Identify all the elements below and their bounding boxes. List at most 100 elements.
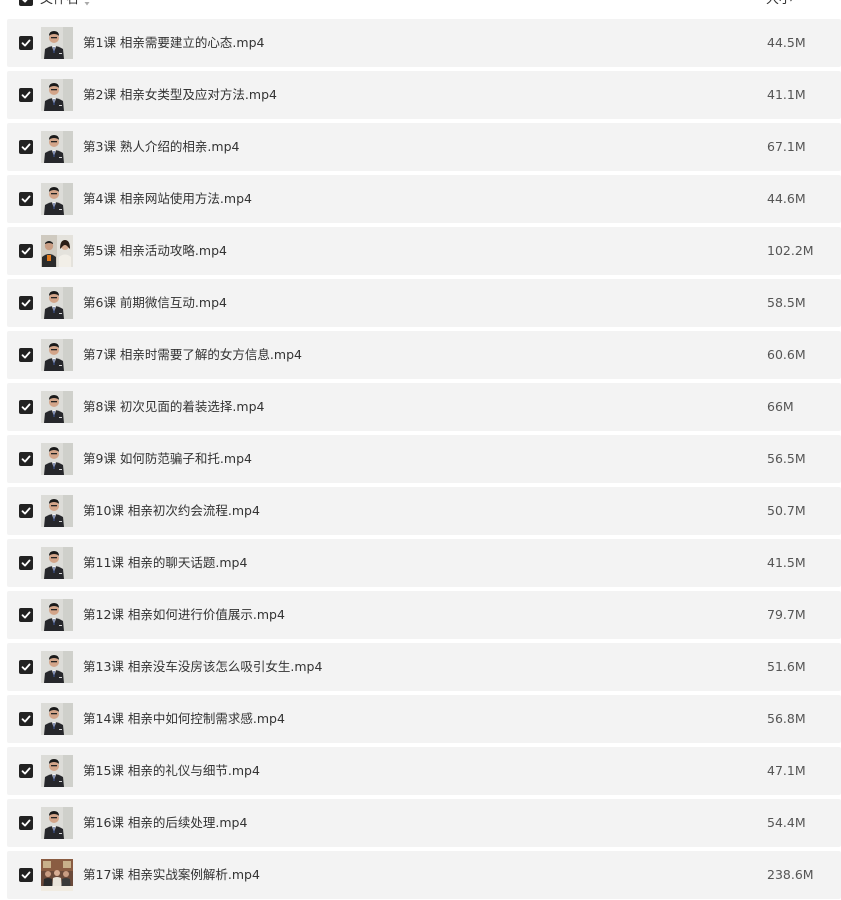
- file-name[interactable]: 第3课 熟人介绍的相亲.mp4: [83, 139, 239, 155]
- file-row[interactable]: 第14课 相亲中如何控制需求感.mp4 56.8M: [7, 695, 841, 743]
- file-name[interactable]: 第15课 相亲的礼仪与细节.mp4: [83, 763, 260, 779]
- row-checkbox[interactable]: [19, 36, 33, 50]
- file-row[interactable]: 第6课 前期微信互动.mp4 58.5M: [7, 279, 841, 327]
- video-thumbnail[interactable]: [41, 495, 73, 527]
- file-row[interactable]: 第7课 相亲时需要了解的女方信息.mp4 60.6M: [7, 331, 841, 379]
- file-name[interactable]: 第2课 相亲女类型及应对方法.mp4: [83, 87, 277, 103]
- file-name[interactable]: 第8课 初次见面的着装选择.mp4: [83, 399, 264, 415]
- video-thumbnail-icon: [41, 807, 73, 839]
- video-thumbnail[interactable]: [41, 79, 73, 111]
- row-checkbox[interactable]: [19, 296, 33, 310]
- file-row[interactable]: 第4课 相亲网站使用方法.mp4 44.6M: [7, 175, 841, 223]
- video-thumbnail[interactable]: [41, 131, 73, 163]
- row-checkbox[interactable]: [19, 556, 33, 570]
- file-name[interactable]: 第10课 相亲初次约会流程.mp4: [83, 503, 260, 519]
- file-size: 238.6M: [767, 867, 814, 882]
- video-thumbnail-icon: [41, 183, 73, 215]
- video-thumbnail-icon: [41, 79, 73, 111]
- file-row[interactable]: 第17课 相亲实战案例解析.mp4 238.6M: [7, 851, 841, 899]
- file-row[interactable]: 第16课 相亲的后续处理.mp4 54.4M: [7, 799, 841, 847]
- column-header-name[interactable]: 文件名: [40, 0, 79, 8]
- file-name[interactable]: 第12课 相亲如何进行价值展示.mp4: [83, 607, 285, 623]
- check-icon: [21, 507, 31, 515]
- row-checkbox[interactable]: [19, 764, 33, 778]
- file-row[interactable]: 第13课 相亲没车没房该怎么吸引女生.mp4 51.6M: [7, 643, 841, 691]
- check-icon: [21, 299, 31, 307]
- video-thumbnail[interactable]: [41, 235, 73, 267]
- list-header: 文件名 大小: [0, 0, 841, 10]
- file-row[interactable]: 第8课 初次见面的着装选择.mp4 66M: [7, 383, 841, 431]
- check-icon: [21, 611, 31, 619]
- file-name[interactable]: 第5课 相亲活动攻略.mp4: [83, 243, 227, 259]
- file-row[interactable]: 第11课 相亲的聊天话题.mp4 41.5M: [7, 539, 841, 587]
- check-icon: [21, 871, 31, 879]
- video-thumbnail[interactable]: [41, 287, 73, 319]
- file-row[interactable]: 第5课 相亲活动攻略.mp4 102.2M: [7, 227, 841, 275]
- video-thumbnail[interactable]: [41, 443, 73, 475]
- file-name[interactable]: 第17课 相亲实战案例解析.mp4: [83, 867, 260, 883]
- video-thumbnail[interactable]: [41, 651, 73, 683]
- file-size: 56.8M: [767, 711, 806, 726]
- row-checkbox[interactable]: [19, 452, 33, 466]
- row-checkbox[interactable]: [19, 608, 33, 622]
- video-thumbnail-icon: [41, 235, 73, 267]
- file-name[interactable]: 第9课 如何防范骗子和托.mp4: [83, 451, 252, 467]
- video-thumbnail-icon: [41, 859, 73, 891]
- file-name[interactable]: 第4课 相亲网站使用方法.mp4: [83, 191, 252, 207]
- file-name[interactable]: 第6课 前期微信互动.mp4: [83, 295, 227, 311]
- file-row[interactable]: 第3课 熟人介绍的相亲.mp4 67.1M: [7, 123, 841, 171]
- file-size: 102.2M: [767, 243, 814, 258]
- file-name[interactable]: 第16课 相亲的后续处理.mp4: [83, 815, 247, 831]
- row-checkbox[interactable]: [19, 140, 33, 154]
- row-checkbox[interactable]: [19, 400, 33, 414]
- row-checkbox[interactable]: [19, 660, 33, 674]
- video-thumbnail-icon: [41, 755, 73, 787]
- sort-icon[interactable]: [84, 0, 90, 6]
- file-name[interactable]: 第7课 相亲时需要了解的女方信息.mp4: [83, 347, 302, 363]
- video-thumbnail[interactable]: [41, 807, 73, 839]
- video-thumbnail[interactable]: [41, 27, 73, 59]
- row-checkbox[interactable]: [19, 712, 33, 726]
- row-checkbox[interactable]: [19, 192, 33, 206]
- row-checkbox[interactable]: [19, 816, 33, 830]
- file-name[interactable]: 第14课 相亲中如何控制需求感.mp4: [83, 711, 285, 727]
- file-size: 41.5M: [767, 555, 806, 570]
- row-checkbox[interactable]: [19, 88, 33, 102]
- video-thumbnail[interactable]: [41, 339, 73, 371]
- file-size: 67.1M: [767, 139, 806, 154]
- file-row[interactable]: 第9课 如何防范骗子和托.mp4 56.5M: [7, 435, 841, 483]
- check-icon: [21, 819, 31, 827]
- video-thumbnail[interactable]: [41, 183, 73, 215]
- file-row[interactable]: 第1课 相亲需要建立的心态.mp4 44.5M: [7, 19, 841, 67]
- video-thumbnail[interactable]: [41, 547, 73, 579]
- row-checkbox[interactable]: [19, 868, 33, 882]
- file-name[interactable]: 第1课 相亲需要建立的心态.mp4: [83, 35, 264, 51]
- file-name[interactable]: 第13课 相亲没车没房该怎么吸引女生.mp4: [83, 659, 322, 675]
- file-row[interactable]: 第15课 相亲的礼仪与细节.mp4 47.1M: [7, 747, 841, 795]
- video-thumbnail[interactable]: [41, 599, 73, 631]
- file-size: 54.4M: [767, 815, 806, 830]
- column-header-size[interactable]: 大小: [766, 0, 792, 8]
- file-row[interactable]: 第2课 相亲女类型及应对方法.mp4 41.1M: [7, 71, 841, 119]
- file-size: 41.1M: [767, 87, 806, 102]
- file-row[interactable]: 第10课 相亲初次约会流程.mp4 50.7M: [7, 487, 841, 535]
- file-row[interactable]: 第12课 相亲如何进行价值展示.mp4 79.7M: [7, 591, 841, 639]
- row-checkbox[interactable]: [19, 348, 33, 362]
- file-size: 44.6M: [767, 191, 806, 206]
- video-thumbnail-icon: [41, 703, 73, 735]
- video-thumbnail-icon: [41, 651, 73, 683]
- file-size: 79.7M: [767, 607, 806, 622]
- select-all-checkbox[interactable]: [19, 0, 33, 6]
- video-thumbnail[interactable]: [41, 391, 73, 423]
- check-icon: [21, 403, 31, 411]
- video-thumbnail-icon: [41, 27, 73, 59]
- video-thumbnail-icon: [41, 443, 73, 475]
- row-checkbox[interactable]: [19, 244, 33, 258]
- check-icon: [21, 91, 31, 99]
- video-thumbnail[interactable]: [41, 859, 73, 891]
- video-thumbnail[interactable]: [41, 755, 73, 787]
- row-checkbox[interactable]: [19, 504, 33, 518]
- file-name[interactable]: 第11课 相亲的聊天话题.mp4: [83, 555, 247, 571]
- check-icon: [21, 247, 31, 255]
- video-thumbnail[interactable]: [41, 703, 73, 735]
